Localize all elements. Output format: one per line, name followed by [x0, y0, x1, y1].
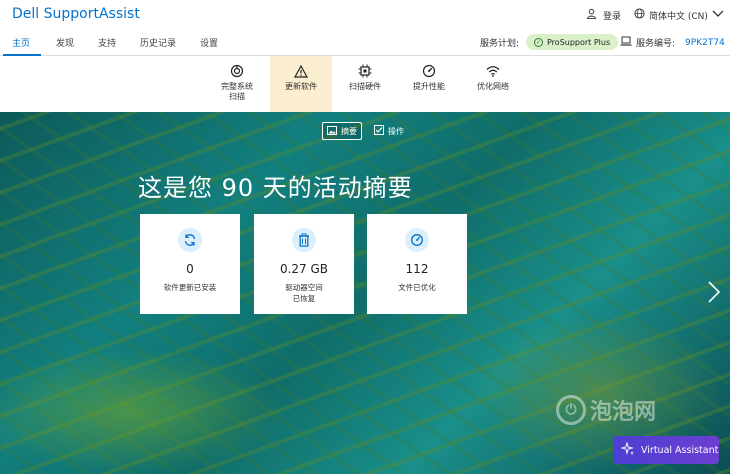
page-title: 这是您 90 天的活动摘要: [138, 174, 413, 202]
tool-update-software[interactable]: 更新软件: [270, 56, 332, 112]
card-label: 文件已优化: [398, 283, 436, 292]
service-plan-badge[interactable]: ✓ ProSupport Plus: [526, 34, 619, 50]
card-value: 0.27 GB: [279, 262, 329, 276]
card-label-line: 已恢复: [292, 294, 316, 303]
card-value: 112: [405, 262, 429, 276]
language-label: 简体中文 (CN): [649, 11, 708, 22]
tab-discover[interactable]: 发现: [56, 36, 74, 49]
tab-settings[interactable]: 设置: [200, 36, 218, 49]
tool-boost-performance[interactable]: 提升性能: [398, 56, 460, 112]
tool-optimize-network[interactable]: 优化网络: [462, 56, 524, 112]
virtual-assistant-label: Virtual Assistant: [641, 444, 719, 456]
tool-label: 扫描硬件: [349, 82, 381, 91]
watermark-text: 泡泡网: [590, 400, 657, 425]
tools-strip: 完整系统 扫描 更新软件 扫描硬件 提升性能 优化网络: [0, 56, 730, 112]
gauge-icon: [405, 228, 429, 252]
tool-full-scan[interactable]: 完整系统 扫描: [206, 56, 268, 112]
tab-home[interactable]: 主页: [12, 36, 30, 49]
toggle-summary[interactable]: 摘要: [322, 122, 362, 140]
login-button[interactable]: 登录: [586, 8, 621, 22]
service-tag-value[interactable]: 9PK2T74: [685, 38, 725, 48]
summary-card-updates[interactable]: 0 软件更新已安装: [140, 214, 240, 314]
card-label: 驱动器空间 已恢复: [285, 282, 323, 304]
card-value: 0: [186, 262, 194, 276]
toggle-actions-label: 操作: [388, 126, 404, 136]
watermark-logo-icon: ⏻: [556, 395, 586, 425]
virtual-assistant-button[interactable]: Virtual Assistant: [613, 436, 719, 464]
card-label: 软件更新已安装: [163, 283, 217, 292]
laptop-icon: [620, 36, 632, 49]
app-title: Dell SupportAssist: [12, 6, 140, 22]
warning-icon: [294, 64, 308, 78]
tool-label: 提升性能: [413, 82, 445, 91]
tool-label: 扫描: [229, 92, 245, 101]
chevron-down-icon: [712, 10, 724, 21]
chevron-right-icon: [707, 281, 721, 308]
refresh-icon: [178, 228, 202, 252]
activity-summary-hero: 摘要 操作 这是您 90 天的活动摘要 0 软件更新已安装 0.27 GB 驱动…: [0, 112, 730, 474]
language-selector[interactable]: 简体中文 (CN): [634, 8, 724, 22]
main-nav: 主页 发现 支持 历史记录 设置 服务计划: ✓ ProSupport Plus…: [0, 30, 730, 56]
tab-support[interactable]: 支持: [98, 36, 116, 49]
full-scan-icon: [230, 64, 244, 78]
service-plan-value: ProSupport Plus: [547, 37, 611, 47]
check-circle-icon: ✓: [534, 37, 543, 47]
tool-label: 完整系统: [221, 82, 253, 91]
service-plan-label: 服务计划:: [480, 39, 520, 49]
image-icon: [327, 125, 337, 137]
globe-icon: [634, 8, 645, 22]
tab-history[interactable]: 历史记录: [140, 36, 176, 49]
summary-card-files-optimized[interactable]: 112 文件已优化: [367, 214, 467, 314]
service-tag-label: 服务编号:: [636, 39, 676, 49]
checkbox-icon: [374, 125, 384, 137]
tool-label: 优化网络: [477, 82, 509, 91]
sparkle-icon: [620, 440, 635, 459]
card-label-line: 驱动器空间: [285, 283, 323, 292]
watermark: ⏻ 泡泡网: [556, 394, 656, 426]
next-slide-button[interactable]: [707, 280, 721, 308]
chip-icon: [358, 64, 372, 78]
trash-icon: [292, 228, 316, 252]
login-label: 登录: [603, 11, 622, 22]
top-bar: Dell SupportAssist 登录 简体中文 (CN): [0, 0, 730, 30]
toggle-actions[interactable]: 操作: [370, 122, 408, 140]
gauge-icon: [422, 64, 436, 78]
user-icon: [586, 8, 597, 22]
summary-card-disk-space[interactable]: 0.27 GB 驱动器空间 已恢复: [254, 214, 354, 314]
service-tag: 服务编号: 9PK2T74: [620, 36, 725, 49]
tool-label: 更新软件: [285, 82, 317, 91]
wifi-icon: [486, 64, 500, 78]
tool-scan-hardware[interactable]: 扫描硬件: [334, 56, 396, 112]
toggle-summary-label: 摘要: [341, 126, 357, 136]
